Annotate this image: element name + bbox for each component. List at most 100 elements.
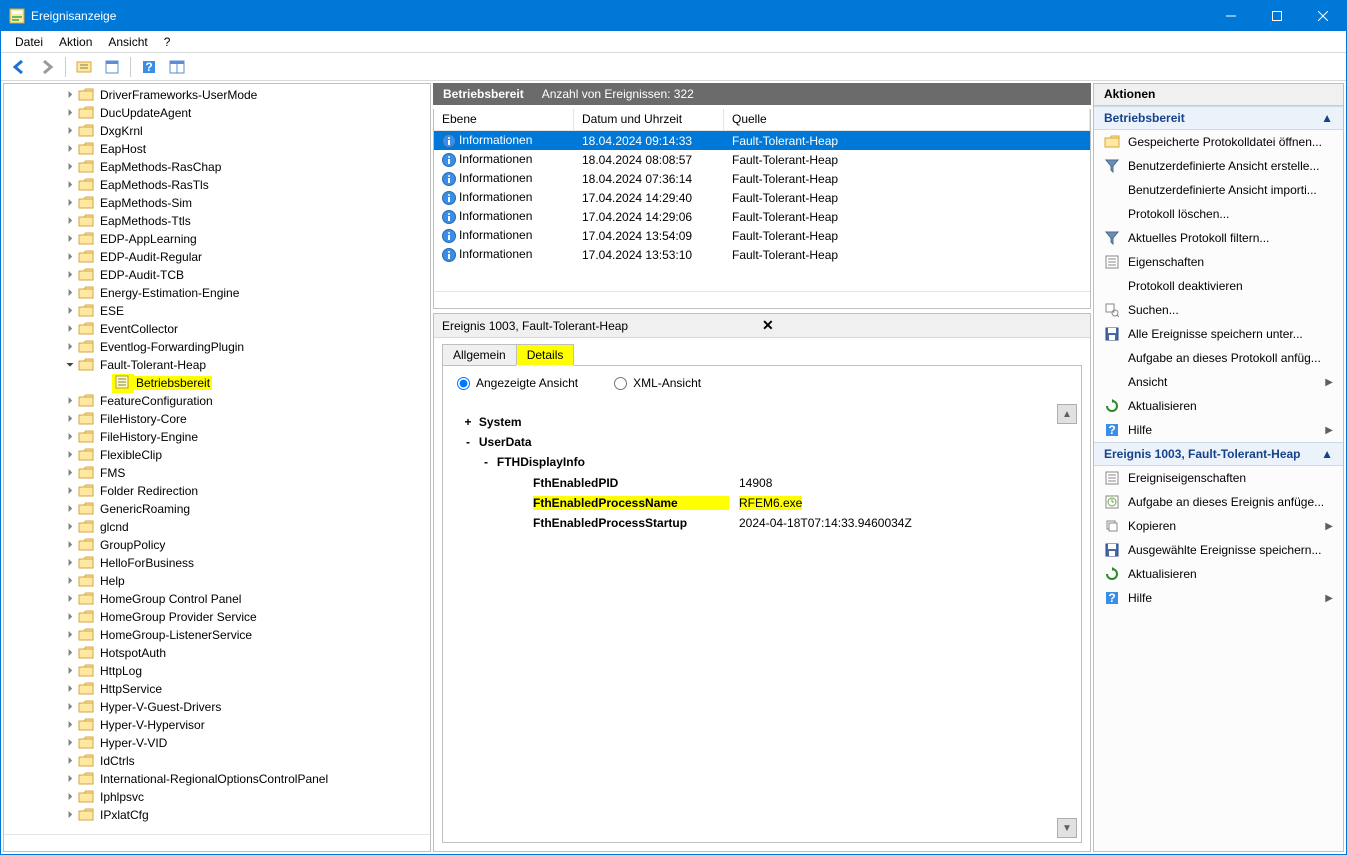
col-datum[interactable]: Datum und Uhrzeit: [574, 109, 724, 130]
radio-xml-view[interactable]: XML-Ansicht: [614, 376, 701, 390]
action-item[interactable]: Ansicht▶: [1094, 370, 1343, 394]
expand-arrow-icon[interactable]: ⏵: [64, 162, 76, 173]
tree-folder-item[interactable]: ⏵Iphlpsvc: [4, 788, 430, 806]
actions-section-event[interactable]: Ereignis 1003, Fault-Tolerant-Heap ▲: [1094, 442, 1343, 466]
tree-folder-item[interactable]: ⏵GroupPolicy: [4, 536, 430, 554]
tab-details[interactable]: Details: [516, 344, 575, 366]
action-item[interactable]: Kopieren▶: [1094, 514, 1343, 538]
action-item[interactable]: Aktualisieren: [1094, 562, 1343, 586]
expand-arrow-icon[interactable]: ⏵: [64, 270, 76, 281]
tree-folder-item[interactable]: ⏵EapMethods-RasChap: [4, 158, 430, 176]
expand-arrow-icon[interactable]: ⏵: [64, 630, 76, 641]
action-item[interactable]: Eigenschaften: [1094, 250, 1343, 274]
tree-folder-item[interactable]: ⏵ESE: [4, 302, 430, 320]
event-row[interactable]: Informationen17.04.2024 13:53:10Fault-To…: [434, 245, 1090, 264]
expand-arrow-icon[interactable]: ⏵: [64, 288, 76, 299]
event-row[interactable]: Informationen17.04.2024 14:29:06Fault-To…: [434, 207, 1090, 226]
expand-arrow-icon[interactable]: ⏵: [64, 90, 76, 101]
expand-arrow-icon[interactable]: ⏵: [64, 108, 76, 119]
expand-arrow-icon[interactable]: ⏵: [64, 720, 76, 731]
tree-folder-item[interactable]: ⏵IdCtrls: [4, 752, 430, 770]
tab-allgemein[interactable]: Allgemein: [442, 344, 517, 366]
event-row[interactable]: Informationen18.04.2024 08:08:57Fault-To…: [434, 150, 1090, 169]
expand-arrow-icon[interactable]: ⏵: [64, 648, 76, 659]
expand-arrow-icon[interactable]: ⏵: [64, 504, 76, 515]
radio-xml-input[interactable]: [614, 377, 627, 390]
menu-help[interactable]: ?: [156, 33, 179, 51]
tree-folder-item[interactable]: ⏵EDP-AppLearning: [4, 230, 430, 248]
expand-arrow-icon[interactable]: ⏵: [64, 612, 76, 623]
col-quelle[interactable]: Quelle: [724, 109, 1090, 130]
action-item[interactable]: Benutzerdefinierte Ansicht erstelle...: [1094, 154, 1343, 178]
tree-folder-item[interactable]: ⏵FlexibleClip: [4, 446, 430, 464]
menu-ansicht[interactable]: Ansicht: [100, 33, 155, 51]
tree-folder-item[interactable]: ⏵FileHistory-Core: [4, 410, 430, 428]
event-row[interactable]: Informationen17.04.2024 13:54:09Fault-To…: [434, 226, 1090, 245]
action-item[interactable]: Protokoll deaktivieren: [1094, 274, 1343, 298]
expand-arrow-icon[interactable]: ⏵: [64, 450, 76, 461]
expand-arrow-icon[interactable]: ⏵: [64, 432, 76, 443]
tree-folder-item[interactable]: ⏷Fault-Tolerant-Heap: [4, 356, 430, 374]
tree-folder-item[interactable]: ⏵EapHost: [4, 140, 430, 158]
expand-arrow-icon[interactable]: ⏵: [64, 144, 76, 155]
tree-folder-item[interactable]: ⏵EapMethods-RasTls: [4, 176, 430, 194]
tree-folder-item[interactable]: ⏵HomeGroup Provider Service: [4, 608, 430, 626]
detail-scroll-down[interactable]: ▼: [1057, 818, 1077, 838]
expand-arrow-icon[interactable]: ⏵: [64, 234, 76, 245]
event-row[interactable]: Informationen17.04.2024 14:29:40Fault-To…: [434, 188, 1090, 207]
menu-datei[interactable]: Datei: [7, 33, 51, 51]
minimize-button[interactable]: [1208, 1, 1254, 31]
tree-folder-item[interactable]: ⏵DucUpdateAgent: [4, 104, 430, 122]
expand-arrow-icon[interactable]: ⏵: [64, 342, 76, 353]
tree-scroll[interactable]: ⏵DriverFrameworks-UserMode⏵DucUpdateAgen…: [4, 84, 430, 834]
tree-folder-item[interactable]: ⏵International-RegionalOptionsControlPan…: [4, 770, 430, 788]
tree-folder-item[interactable]: ⏵FileHistory-Engine: [4, 428, 430, 446]
tree-folder-item[interactable]: ⏵FMS: [4, 464, 430, 482]
tree-folder-item[interactable]: ⏵HelloForBusiness: [4, 554, 430, 572]
back-button[interactable]: [7, 55, 31, 79]
expand-arrow-icon[interactable]: ⏵: [64, 306, 76, 317]
node-userdata[interactable]: - UserData: [461, 434, 1063, 450]
close-button[interactable]: [1300, 1, 1346, 31]
expand-arrow-icon[interactable]: ⏵: [64, 198, 76, 209]
menu-aktion[interactable]: Aktion: [51, 33, 100, 51]
tree-folder-item[interactable]: ⏵EventCollector: [4, 320, 430, 338]
tree-folder-item[interactable]: ⏵FeatureConfiguration: [4, 392, 430, 410]
tree-horizontal-scrollbar[interactable]: [4, 834, 430, 851]
expand-arrow-icon[interactable]: ⏵: [64, 738, 76, 749]
expand-arrow-icon[interactable]: ⏵: [64, 324, 76, 335]
tree-folder-item[interactable]: ⏵Hyper-V-Guest-Drivers: [4, 698, 430, 716]
panel-layout-button[interactable]: [165, 55, 189, 79]
tree-folder-item[interactable]: ⏵EapMethods-Sim: [4, 194, 430, 212]
expand-arrow-icon[interactable]: ⏵: [64, 684, 76, 695]
tree-folder-item[interactable]: ⏵EapMethods-Ttls: [4, 212, 430, 230]
detail-scroll-up[interactable]: ▲: [1057, 404, 1077, 424]
tree-folder-item[interactable]: ⏵HomeGroup-ListenerService: [4, 626, 430, 644]
tree-folder-item[interactable]: ⏵Hyper-V-Hypervisor: [4, 716, 430, 734]
expand-arrow-icon[interactable]: ⏷: [64, 360, 76, 371]
tree-folder-item[interactable]: ⏵HomeGroup Control Panel: [4, 590, 430, 608]
action-item[interactable]: Gespeicherte Protokolldatei öffnen...: [1094, 130, 1343, 154]
node-system[interactable]: + System: [461, 414, 1063, 430]
tree-folder-item[interactable]: ⏵Hyper-V-VID: [4, 734, 430, 752]
action-item[interactable]: Benutzerdefinierte Ansicht importi...: [1094, 178, 1343, 202]
expand-arrow-icon[interactable]: ⏵: [64, 396, 76, 407]
action-item[interactable]: Aktualisieren: [1094, 394, 1343, 418]
expand-arrow-icon[interactable]: ⏵: [64, 414, 76, 425]
expand-arrow-icon[interactable]: ⏵: [64, 792, 76, 803]
maximize-button[interactable]: [1254, 1, 1300, 31]
expand-arrow-icon[interactable]: ⏵: [64, 594, 76, 605]
action-item[interactable]: Ausgewählte Ereignisse speichern...: [1094, 538, 1343, 562]
expand-arrow-icon[interactable]: ⏵: [64, 252, 76, 263]
properties-button[interactable]: [100, 55, 124, 79]
action-item[interactable]: Alle Ereignisse speichern unter...: [1094, 322, 1343, 346]
actions-section-betriebsbereit[interactable]: Betriebsbereit ▲: [1094, 106, 1343, 130]
action-item[interactable]: Ereigniseigenschaften: [1094, 466, 1343, 490]
node-fthdisplayinfo[interactable]: - FTHDisplayInfo: [479, 454, 1063, 470]
action-item[interactable]: ?Hilfe▶: [1094, 418, 1343, 442]
tree-folder-item[interactable]: ⏵DriverFrameworks-UserMode: [4, 86, 430, 104]
expand-arrow-icon[interactable]: ⏵: [64, 774, 76, 785]
tree-folder-item[interactable]: ⏵Folder Redirection: [4, 482, 430, 500]
detail-close-button[interactable]: ✕: [758, 317, 1082, 334]
action-item[interactable]: Suchen...: [1094, 298, 1343, 322]
